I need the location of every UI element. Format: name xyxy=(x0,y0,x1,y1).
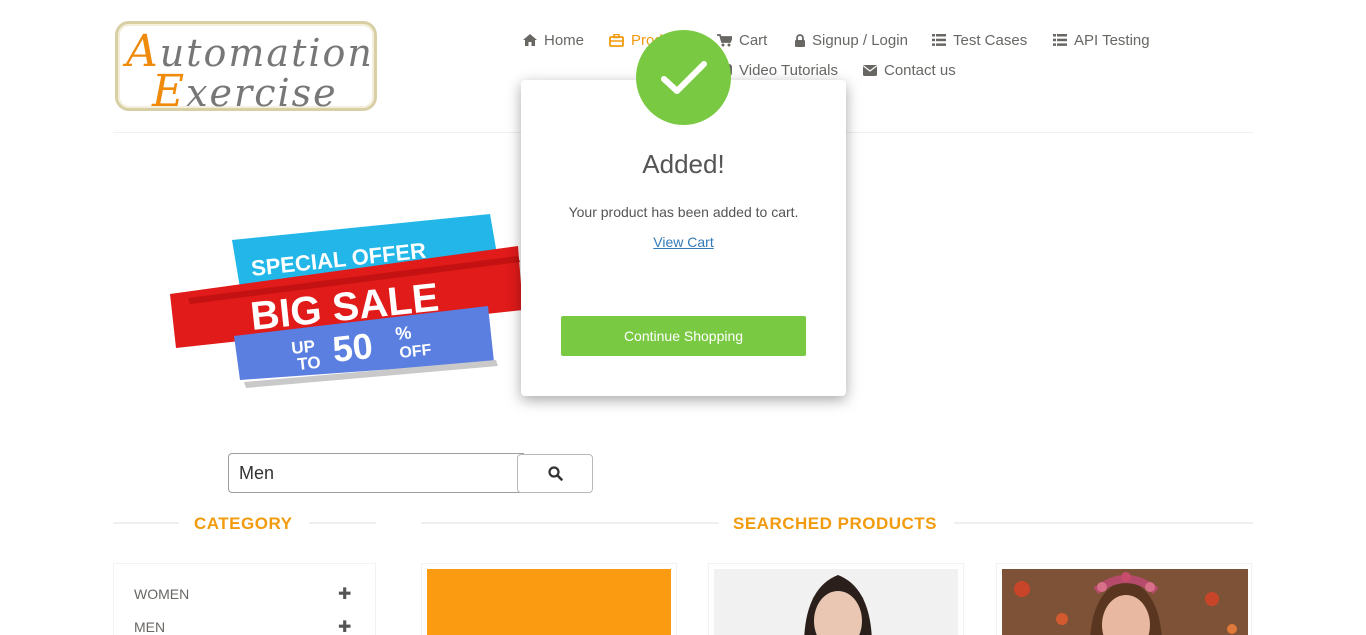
category-title-line-right xyxy=(309,522,376,524)
expand-men-icon[interactable]: ✚ xyxy=(338,617,351,635)
nav-signup-label: Signup / Login xyxy=(812,31,908,49)
logo-line2: xercise xyxy=(186,71,338,115)
nav-cart[interactable]: Cart xyxy=(717,30,767,50)
expand-women-icon[interactable]: ✚ xyxy=(338,584,351,604)
product-image xyxy=(714,569,958,635)
category-panel: Women ✚ Men ✚ xyxy=(113,563,376,635)
nav-home[interactable]: Home xyxy=(523,30,584,50)
products-title-line-right xyxy=(954,522,1253,524)
product-card xyxy=(996,563,1252,635)
products-title-line-left xyxy=(421,522,719,524)
site-logo[interactable]: Automation Exercise xyxy=(115,21,377,117)
nav-cart-label: Cart xyxy=(739,31,768,49)
category-title: CATEGORY xyxy=(194,514,293,533)
list-icon xyxy=(932,34,946,46)
nav-home-label: Home xyxy=(544,31,585,49)
envelope-icon xyxy=(863,64,877,76)
banner-percent: % xyxy=(394,322,412,344)
product-image xyxy=(427,569,671,635)
modal-title: Added! xyxy=(642,149,725,179)
nav-test-cases-label: Test Cases xyxy=(953,31,1028,49)
banner-off: OFF xyxy=(399,342,433,362)
banner-fifty: 50 xyxy=(331,325,375,370)
home-icon xyxy=(523,34,537,46)
search-icon xyxy=(547,466,563,481)
nav-video-label: Video Tutorials xyxy=(739,61,838,79)
search-input[interactable]: Men xyxy=(228,453,524,493)
nav-video-tutorials[interactable]: Video Tutorials xyxy=(716,60,838,80)
view-cart-link[interactable]: View Cart xyxy=(653,234,713,250)
category-men[interactable]: Men xyxy=(134,619,165,635)
model-photo xyxy=(804,575,872,635)
category-women[interactable]: Women xyxy=(134,586,189,602)
logo-cap-e: E xyxy=(152,66,187,117)
product-card xyxy=(421,563,677,635)
category-title-line-left xyxy=(113,522,179,524)
banner-to: TO xyxy=(296,353,321,374)
product-card xyxy=(708,563,964,635)
model-photo xyxy=(1002,569,1248,635)
nav-contact-us[interactable]: Contact us xyxy=(863,60,956,80)
modal-message: Your product has been added to cart. xyxy=(568,204,799,220)
continue-shopping-button[interactable]: Continue Shopping xyxy=(561,316,806,356)
nav-api-testing-label: API Testing xyxy=(1074,31,1150,49)
search-button[interactable] xyxy=(517,454,593,493)
sale-banner: SPECIAL OFFER BIG SALE UP TO 50 % OFF xyxy=(170,214,523,388)
nav-api-testing[interactable]: API Testing xyxy=(1053,30,1150,50)
list-icon xyxy=(1053,34,1067,46)
nav-contact-label: Contact us xyxy=(884,61,956,79)
lock-icon xyxy=(795,33,805,47)
success-check-icon xyxy=(636,30,731,125)
cart-icon xyxy=(717,33,732,46)
products-icon xyxy=(609,33,624,47)
searched-products-title: SEARCHED PRODUCTS xyxy=(733,514,938,533)
nav-test-cases[interactable]: Test Cases xyxy=(932,30,1027,50)
product-image xyxy=(1002,569,1248,635)
nav-signup-login[interactable]: Signup / Login xyxy=(795,30,908,50)
